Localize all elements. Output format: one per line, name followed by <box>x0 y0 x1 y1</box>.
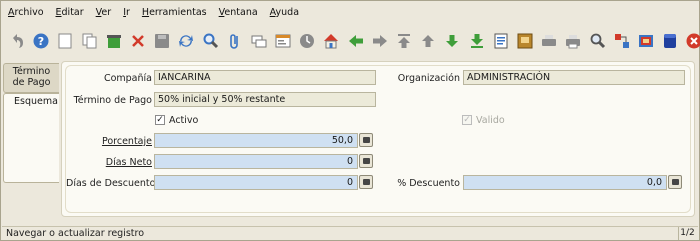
tab-esquema[interactable]: Esquema <box>3 93 59 183</box>
tab-label: Esquema <box>14 96 58 107</box>
pct-descuento-field[interactable]: 0,0 <box>463 175 667 190</box>
delete-icon[interactable] <box>105 32 123 50</box>
record-counter[interactable]: 1/2 <box>678 227 696 240</box>
menu-editar[interactable]: Editar <box>56 7 84 18</box>
compania-field[interactable]: IANCARINA <box>154 70 376 85</box>
tab-termino-de-pago[interactable]: Término de Pago <box>3 63 59 93</box>
termino-field[interactable]: 50% inicial y 50% restante <box>154 92 376 107</box>
back-icon[interactable] <box>347 32 365 50</box>
product-info-icon[interactable] <box>637 32 655 50</box>
porcentaje-label: Porcentaje <box>101 136 152 147</box>
dias-descuento-field[interactable]: 0 <box>154 175 358 190</box>
last-record-icon[interactable] <box>468 32 486 50</box>
porcentaje-field[interactable]: 50,0 <box>154 133 358 148</box>
report-icon[interactable] <box>492 32 510 50</box>
menu-herramientas[interactable]: Herramientas <box>142 7 207 18</box>
compania-label: Compañía <box>103 73 152 84</box>
menu-ayuda[interactable]: Ayuda <box>270 7 299 18</box>
print-preview-icon[interactable] <box>540 32 558 50</box>
help-icon[interactable]: ? <box>32 32 50 50</box>
zoom-across-icon[interactable] <box>589 32 607 50</box>
next-record-icon[interactable] <box>443 32 461 50</box>
form-panel: Compañía IANCARINA Organización ADMINIST… <box>61 61 695 217</box>
calculator-icon <box>362 137 370 143</box>
application-window: Archivo Editar Ver Ir Herramientas Venta… <box>0 0 700 241</box>
find-icon[interactable] <box>202 32 220 50</box>
home-icon[interactable] <box>322 32 340 50</box>
dias-neto-field[interactable]: 0 <box>154 154 358 169</box>
tab-label-line1: Término <box>12 66 51 77</box>
status-text: Navegar o actualizar registro <box>6 228 145 239</box>
chat-icon[interactable] <box>250 32 268 50</box>
attachment-icon[interactable] <box>226 32 244 50</box>
organizacion-field[interactable]: ADMINISTRACIÓN <box>463 70 685 85</box>
dias-neto-label: Días Neto <box>105 157 152 168</box>
copy-record-icon[interactable] <box>81 32 99 50</box>
termino-label: Término de Pago <box>73 95 152 106</box>
save-icon[interactable] <box>153 32 171 50</box>
dias-neto-calculator-button[interactable] <box>359 154 373 168</box>
menu-bar: Archivo Editar Ver Ir Herramientas Venta… <box>2 2 698 22</box>
porcentaje-calculator-button[interactable] <box>359 133 373 147</box>
status-bar: Navegar o actualizar registro 1/2 <box>2 226 698 240</box>
dias-descuento-label: Días de Descuento <box>66 178 156 189</box>
calculator-icon <box>671 179 679 185</box>
pct-descuento-calculator-button[interactable] <box>668 175 682 189</box>
activo-label: Activo <box>169 115 199 126</box>
previous-record-icon[interactable] <box>419 32 437 50</box>
refresh-icon[interactable] <box>177 32 195 50</box>
calculator-icon <box>362 179 370 185</box>
calculator-icon <box>362 158 370 164</box>
menu-ver[interactable]: Ver <box>96 7 112 18</box>
organizacion-label: Organización <box>397 73 460 84</box>
menu-ir[interactable]: Ir <box>123 7 130 18</box>
valido-checkbox: ✓ <box>462 115 472 125</box>
history-icon[interactable] <box>298 32 316 50</box>
activo-checkbox[interactable]: ✓ <box>155 115 165 125</box>
request-icon[interactable] <box>613 32 631 50</box>
workflow-icon[interactable] <box>661 32 679 50</box>
menu-ventana[interactable]: Ventana <box>219 7 258 18</box>
menu-archivo[interactable]: Archivo <box>8 7 44 18</box>
tab-strip: Término de Pago Esquema <box>3 61 61 221</box>
exit-icon[interactable] <box>685 32 700 50</box>
new-record-icon[interactable] <box>56 32 74 50</box>
delete-selection-icon[interactable] <box>129 32 147 50</box>
pct-descuento-label: % Descuento <box>397 178 460 189</box>
toolbar: ? <box>2 23 700 59</box>
undo-icon[interactable] <box>8 32 26 50</box>
svg-text:?: ? <box>38 35 44 48</box>
archive-icon[interactable] <box>516 32 534 50</box>
tab-label-line2: de Pago <box>12 77 51 88</box>
print-icon[interactable] <box>564 32 582 50</box>
valido-label: Valido <box>476 115 505 126</box>
first-record-icon[interactable] <box>395 32 413 50</box>
grid-toggle-icon[interactable] <box>274 32 292 50</box>
forward-icon[interactable] <box>371 32 389 50</box>
dias-descuento-calculator-button[interactable] <box>359 175 373 189</box>
